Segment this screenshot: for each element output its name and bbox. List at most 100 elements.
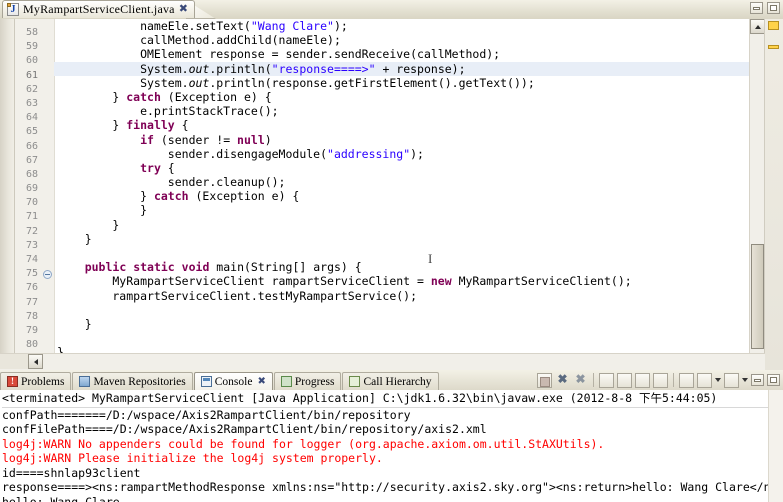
console-line: response====><ns:rampartMethodResponse x… bbox=[2, 480, 783, 494]
code-line[interactable]: OMElement response = sender.sendReceive(… bbox=[54, 47, 765, 61]
line-number: 80 bbox=[25, 339, 38, 351]
tab-problems[interactable]: Problems bbox=[0, 372, 72, 390]
line-number: 71 bbox=[25, 211, 38, 223]
editor-part: MyRampartServiceClient.java ✖ 58 59 60 61 62… bbox=[0, 0, 783, 370]
tab-maven-repositories[interactable]: Maven Repositories bbox=[72, 372, 193, 390]
call-hierarchy-icon bbox=[349, 376, 361, 387]
code-line[interactable] bbox=[54, 331, 765, 345]
folding-ruler[interactable] bbox=[41, 19, 55, 370]
pin-console-button[interactable] bbox=[635, 372, 650, 388]
maven-icon bbox=[79, 376, 91, 387]
line-number: 65 bbox=[25, 126, 38, 138]
x-icon: ✖ bbox=[557, 371, 568, 386]
code-line[interactable]: e.printStackTrace(); bbox=[54, 104, 765, 118]
editor-horizontal-scrollbar[interactable] bbox=[0, 353, 765, 370]
code-line[interactable]: rampartServiceClient.testMyRampartServic… bbox=[54, 289, 765, 303]
code-line[interactable]: } bbox=[54, 218, 765, 232]
editor-vertical-scrollbar[interactable] bbox=[749, 19, 765, 370]
code-line[interactable]: } bbox=[54, 317, 765, 331]
new-console-view-button[interactable] bbox=[679, 372, 694, 388]
code-line[interactable]: System.out.println(response.getFirstElem… bbox=[54, 76, 765, 90]
code-line[interactable]: if (sender != null) bbox=[54, 133, 765, 147]
terminate-all-button[interactable]: ✖ bbox=[555, 371, 570, 388]
code-line[interactable]: MyRampartServiceClient rampartServiceCli… bbox=[54, 274, 765, 288]
console-tab-bar: Problems Maven Repositories Console ✖ Progre… bbox=[0, 370, 783, 391]
line-number: 79 bbox=[25, 324, 38, 336]
chevron-down-icon[interactable] bbox=[742, 378, 748, 382]
code-line[interactable]: } catch (Exception e) { bbox=[54, 189, 765, 203]
line-number: 58 bbox=[25, 27, 38, 38]
tab-label: Progress bbox=[294, 375, 335, 388]
toolbar-separator bbox=[593, 373, 594, 387]
console-vertical-scrollbar[interactable] bbox=[768, 390, 783, 502]
code-line[interactable]: sender.cleanup(); bbox=[54, 175, 765, 189]
scroll-up-arrow-icon[interactable] bbox=[750, 19, 765, 34]
tab-progress[interactable]: Progress bbox=[273, 372, 342, 390]
code-line[interactable]: try { bbox=[54, 161, 765, 175]
scroll-lock-button[interactable] bbox=[617, 372, 632, 388]
editor-tab-bar: MyRampartServiceClient.java ✖ bbox=[0, 0, 783, 20]
overview-marker-warning[interactable] bbox=[768, 45, 779, 49]
editor-tab-myrampartserviceclient[interactable]: MyRampartServiceClient.java ✖ bbox=[2, 0, 195, 18]
terminate-button[interactable] bbox=[537, 372, 552, 388]
clear-console-button[interactable] bbox=[599, 372, 614, 388]
tab-label: Console bbox=[214, 375, 253, 388]
code-line[interactable]: callMethod.addChild(nameEle); bbox=[54, 33, 765, 47]
code-line[interactable]: } bbox=[54, 232, 765, 246]
line-number: 64 bbox=[25, 112, 38, 124]
line-number: 74 bbox=[25, 254, 38, 265]
line-number: 61 bbox=[25, 69, 38, 81]
code-area[interactable]: 58 59 60 61 62 63 64 65 66 67 68 69 70 71 72 73 74 75 76 77… bbox=[0, 19, 783, 370]
text-cursor-icon: I bbox=[428, 251, 433, 266]
chevron-down-icon[interactable] bbox=[715, 378, 721, 382]
line-number: 69 bbox=[25, 183, 38, 195]
stop-icon bbox=[539, 376, 550, 387]
code-line[interactable]: System.out.println("response====>" + res… bbox=[54, 61, 765, 76]
code-line[interactable]: } catch (Exception e) { bbox=[54, 90, 765, 104]
console-output[interactable]: <terminated> MyRampartServiceClient [Jav… bbox=[0, 390, 783, 502]
code-line[interactable]: sender.disengageModule("addressing"); bbox=[54, 147, 765, 161]
code-line[interactable] bbox=[54, 303, 765, 317]
console-toolbar: ✖ ✖ bbox=[537, 372, 780, 388]
line-number: 70 bbox=[25, 197, 38, 209]
maximize-button[interactable] bbox=[767, 374, 780, 386]
line-number-ruler: 58 59 60 61 62 63 64 65 66 67 68 69 70 71 72 73 74 75 76 77… bbox=[15, 19, 41, 370]
tab-console[interactable]: Console ✖ bbox=[193, 372, 273, 390]
progress-icon bbox=[280, 376, 292, 387]
line-number: 66 bbox=[25, 140, 38, 152]
tab-label: Problems bbox=[21, 375, 65, 388]
tab-label: Call Hierarchy bbox=[363, 375, 432, 388]
line-number: 78 bbox=[25, 310, 38, 322]
marker-ruler[interactable] bbox=[0, 19, 15, 370]
scroll-left-arrow-icon[interactable] bbox=[28, 354, 43, 369]
close-icon[interactable]: ✖ bbox=[179, 4, 188, 15]
line-number: 77 bbox=[25, 296, 38, 308]
open-console-button[interactable] bbox=[724, 372, 739, 388]
minimize-button[interactable] bbox=[750, 2, 763, 14]
maximize-button[interactable] bbox=[767, 2, 780, 14]
source-code-text[interactable]: OMElement nameEle = fac.createOMElement(… bbox=[54, 19, 765, 370]
vertical-scroll-thumb[interactable] bbox=[751, 244, 764, 349]
tab-call-hierarchy[interactable]: Call Hierarchy bbox=[342, 372, 439, 390]
console-line: confFilePath====/D:/wspace/Axis2RampartC… bbox=[2, 422, 487, 436]
line-number: 76 bbox=[25, 282, 38, 294]
code-line[interactable]: } bbox=[54, 203, 765, 217]
h-scroll-track[interactable] bbox=[0, 354, 28, 369]
line-number: 73 bbox=[25, 239, 38, 251]
display-selected-console-button[interactable] bbox=[697, 372, 712, 388]
x-multi-icon: ✖ bbox=[575, 371, 586, 386]
code-line[interactable] bbox=[54, 246, 765, 260]
code-line[interactable]: } finally { bbox=[54, 118, 765, 132]
overview-marker-warning[interactable] bbox=[768, 21, 779, 30]
overview-ruler[interactable] bbox=[764, 19, 783, 370]
eclipse-window: MyRampartServiceClient.java ✖ 58 59 60 61 62… bbox=[0, 0, 783, 502]
code-line[interactable]: public static void main(String[] args) { bbox=[54, 260, 765, 274]
fold-toggle-icon[interactable] bbox=[43, 270, 52, 280]
line-number: 67 bbox=[25, 154, 38, 166]
close-console-button[interactable] bbox=[653, 372, 668, 388]
code-line[interactable]: nameEle.setText("Wang Clare"); bbox=[54, 19, 765, 33]
toolbar-separator bbox=[673, 373, 674, 387]
remove-all-terminated-button[interactable]: ✖ bbox=[573, 371, 588, 388]
minimize-button[interactable] bbox=[751, 374, 764, 386]
close-icon[interactable]: ✖ bbox=[257, 376, 265, 387]
